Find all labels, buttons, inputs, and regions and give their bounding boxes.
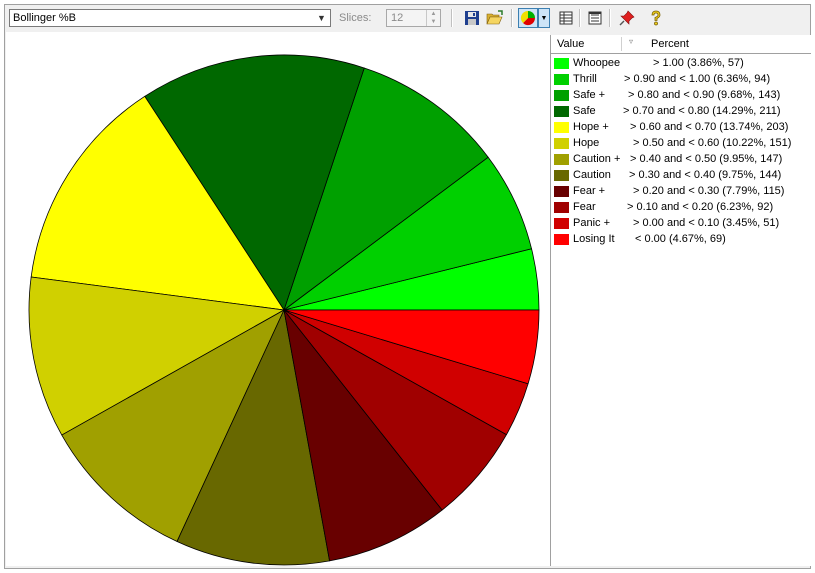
- legend-range: < 0.00 (4.67%, 69): [635, 233, 726, 245]
- legend-range: > 0.30 and < 0.40 (9.75%, 144): [629, 169, 782, 181]
- legend-label: Hope +: [573, 121, 609, 133]
- legend-row[interactable]: Safe + > 0.80 and < 0.90 (9.68%, 143): [551, 87, 811, 103]
- legend-range: > 0.50 and < 0.60 (10.22%, 151): [633, 137, 792, 149]
- legend-panel: Value ▿ Percent Whoopee > 1.00 (3.86%, 57…: [550, 35, 811, 566]
- pie-chart[interactable]: [6, 32, 550, 566]
- legend-row[interactable]: Fear > 0.10 and < 0.20 (6.23%, 92): [551, 199, 811, 215]
- table-view-button[interactable]: [556, 8, 576, 28]
- legend-label: Safe +: [573, 89, 606, 101]
- spin-up-icon[interactable]: ▲: [427, 10, 440, 18]
- legend-range: > 0.10 and < 0.20 (6.23%, 92): [627, 201, 774, 213]
- legend-swatch: [554, 186, 569, 197]
- save-button[interactable]: [462, 8, 482, 28]
- legend-swatch: [554, 58, 569, 69]
- spin-down-icon[interactable]: ▼: [427, 18, 440, 26]
- legend-label: Safe: [573, 105, 596, 117]
- slices-value: 12: [391, 12, 404, 24]
- table-icon: [559, 11, 573, 25]
- chart-type-button[interactable]: [518, 8, 538, 28]
- list-view-button[interactable]: [585, 8, 605, 28]
- chart-type-dropdown-icon[interactable]: ▼: [538, 8, 550, 28]
- sort-icon[interactable]: ▿: [629, 37, 633, 46]
- legend-header: Value ▿ Percent: [551, 35, 811, 54]
- open-folder-icon: [486, 10, 503, 25]
- legend-row[interactable]: Safe > 0.70 and < 0.80 (14.29%, 211): [551, 103, 811, 119]
- legend-range: > 0.00 and < 0.10 (3.45%, 51): [633, 217, 780, 229]
- legend-row[interactable]: Hope + > 0.60 and < 0.70 (13.74%, 203): [551, 119, 811, 135]
- legend-swatch: [554, 170, 569, 181]
- legend-swatch: [554, 122, 569, 133]
- help-button[interactable]: [646, 8, 666, 28]
- legend-row[interactable]: Losing It < 0.00 (4.67%, 69): [551, 231, 811, 247]
- pie-chart-icon: [520, 10, 536, 26]
- help-icon: [651, 10, 661, 26]
- legend-row[interactable]: Fear + > 0.20 and < 0.30 (7.79%, 115): [551, 183, 811, 199]
- legend-swatch: [554, 106, 569, 117]
- legend-label: Hope: [573, 137, 600, 149]
- legend-swatch: [554, 138, 569, 149]
- indicator-select-value: Bollinger %B: [13, 12, 76, 24]
- slices-spinner[interactable]: 12 ▲ ▼: [386, 9, 441, 27]
- chart-area: [6, 32, 550, 566]
- pin-icon: [619, 10, 635, 26]
- slices-label: Slices:: [339, 12, 372, 24]
- toolbar-separator: [451, 9, 453, 27]
- toolbar-separator: [609, 9, 611, 27]
- list-icon: [588, 11, 602, 25]
- column-divider[interactable]: [621, 37, 622, 51]
- pin-button[interactable]: [617, 8, 637, 28]
- legend-row[interactable]: Caution > 0.30 and < 0.40 (9.75%, 144): [551, 167, 811, 183]
- legend-label: Fear: [573, 201, 596, 213]
- legend-row[interactable]: Caution + > 0.40 and < 0.50 (9.95%, 147): [551, 151, 811, 167]
- legend-label: Caution +: [573, 153, 621, 165]
- legend-range: > 0.60 and < 0.70 (13.74%, 203): [630, 121, 789, 133]
- legend-range: > 0.90 and < 1.00 (6.36%, 94): [624, 73, 771, 85]
- legend-row[interactable]: Panic + > 0.00 and < 0.10 (3.45%, 51): [551, 215, 811, 231]
- legend-header-percent[interactable]: Percent: [651, 38, 689, 50]
- indicator-select[interactable]: Bollinger %B ▼: [9, 9, 331, 27]
- open-folder-button[interactable]: [485, 8, 505, 28]
- legend-row[interactable]: Whoopee > 1.00 (3.86%, 57): [551, 55, 811, 71]
- legend-swatch: [554, 90, 569, 101]
- chevron-down-icon[interactable]: ▼: [314, 11, 329, 25]
- save-icon: [465, 11, 479, 25]
- legend-label: Fear +: [573, 185, 606, 197]
- legend-range: > 0.80 and < 0.90 (9.68%, 143): [628, 89, 781, 101]
- legend-label: Whoopee: [573, 57, 621, 69]
- legend-range: > 0.40 and < 0.50 (9.95%, 147): [630, 153, 783, 165]
- legend-label: Thrill: [573, 73, 597, 85]
- toolbar-separator: [579, 9, 581, 27]
- legend-range: > 1.00 (3.86%, 57): [653, 57, 744, 69]
- legend-label: Losing It: [573, 233, 615, 245]
- pie-chart-window: Bollinger %B ▼ Slices: 12 ▲ ▼ ▼ Value ▿ …: [4, 4, 811, 569]
- legend-swatch: [554, 202, 569, 213]
- legend-swatch: [554, 74, 569, 85]
- legend-label: Caution: [573, 169, 611, 181]
- legend-row[interactable]: Hope > 0.50 and < 0.60 (10.22%, 151): [551, 135, 811, 151]
- legend-header-value[interactable]: Value: [557, 38, 584, 50]
- toolbar-separator: [511, 9, 513, 27]
- legend-swatch: [554, 234, 569, 245]
- legend-range: > 0.70 and < 0.80 (14.29%, 211): [623, 105, 781, 117]
- legend-swatch: [554, 218, 569, 229]
- toolbar: Bollinger %B ▼ Slices: 12 ▲ ▼ ▼: [5, 5, 810, 32]
- legend-swatch: [554, 154, 569, 165]
- legend-range: > 0.20 and < 0.30 (7.79%, 115): [633, 185, 785, 197]
- legend-label: Panic +: [573, 217, 610, 229]
- legend-row[interactable]: Thrill > 0.90 and < 1.00 (6.36%, 94): [551, 71, 811, 87]
